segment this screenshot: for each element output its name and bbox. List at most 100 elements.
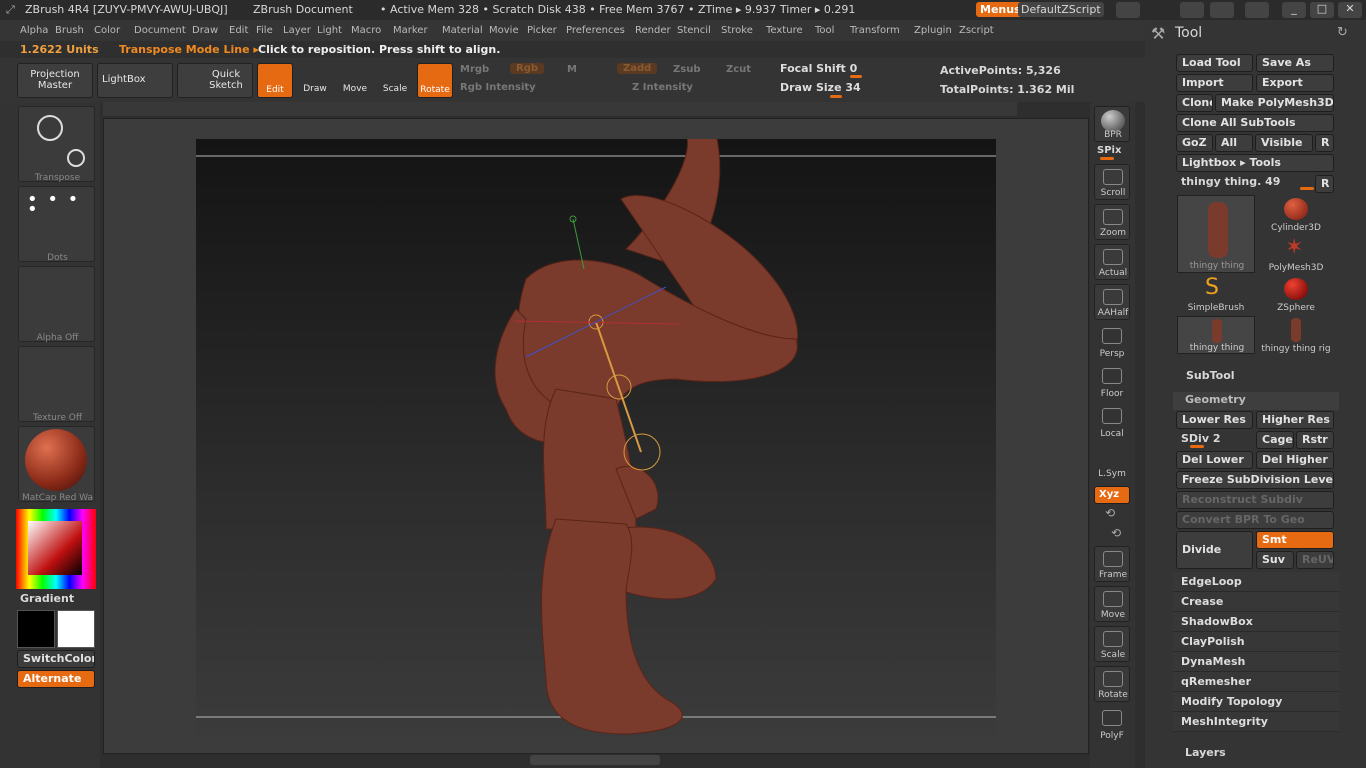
reconstruct-subdiv-button[interactable]: Reconstruct Subdiv	[1176, 491, 1334, 509]
menu-file[interactable]: File	[256, 25, 273, 36]
m-toggle[interactable]: M	[567, 64, 577, 75]
rstr-button[interactable]: Rstr	[1296, 431, 1334, 449]
menu-material[interactable]: Material	[442, 25, 483, 36]
move-view-button[interactable]: Move	[1094, 586, 1130, 622]
color-square[interactable]	[28, 521, 82, 575]
load-tool-button[interactable]: Load Tool	[1176, 54, 1253, 72]
menu-light[interactable]: Light	[317, 25, 342, 36]
menu-picker[interactable]: Picker	[527, 25, 557, 36]
tool-thumb-cylinder[interactable]: Cylinder3D	[1257, 195, 1335, 233]
tool-thumb-thingy-rig[interactable]: thingy thing rig	[1257, 316, 1335, 354]
save-as-button[interactable]: Save As	[1256, 54, 1334, 72]
rotate-button[interactable]: Rotate	[417, 63, 453, 98]
geometry-section[interactable]: Geometry	[1173, 392, 1339, 410]
current-tool-name[interactable]: thingy thing. 49	[1181, 175, 1280, 188]
secondary-color-swatch[interactable]	[57, 610, 95, 648]
menu-marker[interactable]: Marker	[393, 25, 428, 36]
tool-thumb-selected[interactable]: thingy thing	[1177, 195, 1255, 273]
menu-layer[interactable]: Layer	[283, 25, 311, 36]
draw-size-knob[interactable]	[830, 95, 842, 98]
rotate-y-icon[interactable]: ⟲	[1105, 506, 1115, 520]
frame-button[interactable]: Frame	[1094, 546, 1130, 582]
aahalf-button[interactable]: AAHalf	[1094, 284, 1130, 320]
spix-slider[interactable]: SPix	[1097, 145, 1121, 156]
focal-shift-knob[interactable]	[850, 75, 862, 78]
tool-r-button[interactable]: R	[1315, 175, 1334, 193]
menu-macro[interactable]: Macro	[351, 25, 381, 36]
persp-button[interactable]: Persp	[1094, 324, 1130, 360]
rgb-intensity-slider[interactable]: Rgb Intensity	[460, 82, 536, 93]
goz-r-button[interactable]: R	[1315, 134, 1334, 152]
zcut-toggle[interactable]: Zcut	[726, 64, 751, 75]
menu-alpha[interactable]: Alpha	[20, 25, 48, 36]
lower-res-button[interactable]: Lower Res	[1176, 411, 1253, 429]
reuv-toggle[interactable]: ReUV	[1296, 551, 1334, 569]
polyf-button[interactable]: PolyF	[1094, 706, 1130, 742]
quick-sketch-button[interactable]: Quick Sketch	[177, 63, 253, 98]
edit-button[interactable]: Edit	[257, 63, 293, 98]
rotate-z-icon[interactable]: ⟲	[1111, 526, 1121, 540]
menu-edit[interactable]: Edit	[229, 25, 248, 36]
goz-visible-button[interactable]: Visible	[1255, 134, 1313, 152]
lightbox-tools-button[interactable]: Lightbox ▸ Tools	[1176, 154, 1334, 172]
gradient-label[interactable]: Gradient	[20, 592, 74, 605]
palette-dynamesh[interactable]: DynaMesh	[1173, 652, 1339, 672]
rgb-toggle[interactable]: Rgb	[510, 63, 545, 74]
palette-qremesher[interactable]: qRemesher	[1173, 672, 1339, 692]
menu-transform[interactable]: Transform	[850, 25, 900, 36]
focal-shift-slider[interactable]: Focal Shift 0	[780, 62, 857, 75]
menu-color[interactable]: Color	[94, 25, 120, 36]
tool-thumb-thingy[interactable]: thingy thing	[1177, 316, 1255, 354]
document-canvas[interactable]	[196, 133, 996, 736]
layers-section[interactable]: Layers	[1185, 746, 1226, 759]
scroll-left-icon[interactable]	[1116, 2, 1140, 18]
transpose-slot[interactable]: Transpose	[18, 106, 95, 183]
menu-stroke[interactable]: Stroke	[721, 25, 753, 36]
spix-knob[interactable]	[1100, 157, 1114, 160]
export-button[interactable]: Export	[1256, 74, 1334, 92]
suv-toggle[interactable]: Suv	[1256, 551, 1294, 569]
draw-size-slider[interactable]: Draw Size 34	[780, 81, 861, 94]
mrgb-toggle[interactable]: Mrgb	[460, 64, 489, 75]
scale-view-button[interactable]: Scale	[1094, 626, 1130, 662]
make-polymesh-button[interactable]: Make PolyMesh3D	[1215, 94, 1334, 112]
script-button[interactable]: DefaultZScript	[1018, 2, 1104, 17]
material-slot[interactable]: MatCap Red Wa	[18, 426, 95, 503]
projection-master-button[interactable]: Projection Master	[17, 63, 93, 98]
main-color-swatch[interactable]	[17, 610, 55, 648]
floor-button[interactable]: Floor	[1094, 364, 1130, 400]
rotate-view-button[interactable]: Rotate	[1094, 666, 1130, 702]
canvas-top-scrollbar[interactable]	[103, 102, 1017, 116]
menu-movie[interactable]: Movie	[489, 25, 519, 36]
layout2-icon[interactable]	[1210, 2, 1234, 18]
palette-crease[interactable]: Crease	[1173, 592, 1339, 612]
draw-button[interactable]: Draw	[297, 63, 333, 98]
local-button[interactable]: Local	[1094, 404, 1130, 440]
freeze-subdiv-button[interactable]: Freeze SubDivision Levels	[1176, 471, 1334, 489]
menu-stencil[interactable]: Stencil	[677, 25, 711, 36]
dots-stroke-slot[interactable]: • • • • Dots	[18, 186, 95, 263]
move-button[interactable]: Move	[337, 63, 373, 98]
cage-button[interactable]: Cage	[1256, 431, 1294, 449]
del-higher-button[interactable]: Del Higher	[1256, 451, 1334, 469]
menu-zscript[interactable]: Zscript	[959, 25, 994, 36]
clone-all-subtools-button[interactable]: Clone All SubTools	[1176, 114, 1334, 132]
menu-texture[interactable]: Texture	[766, 25, 803, 36]
menu-zplugin[interactable]: Zplugin	[914, 25, 952, 36]
menu-document[interactable]: Document	[134, 25, 186, 36]
del-lower-button[interactable]: Del Lower	[1176, 451, 1253, 469]
z-intensity-slider[interactable]: Z Intensity	[632, 82, 693, 93]
zadd-toggle[interactable]: Zadd	[617, 63, 658, 74]
bottom-tray-toggle[interactable]	[530, 755, 660, 765]
tool-thumb-polymesh[interactable]: ✶ PolyMesh3D	[1257, 235, 1335, 273]
menu-tool[interactable]: Tool	[815, 25, 834, 36]
import-button[interactable]: Import	[1176, 74, 1253, 92]
actual-button[interactable]: Actual	[1094, 244, 1130, 280]
palette-edgeloop[interactable]: EdgeLoop	[1173, 572, 1339, 592]
higher-res-button[interactable]: Higher Res	[1256, 411, 1334, 429]
lightbox-button[interactable]: LightBox	[97, 63, 173, 98]
palette-shadowbox[interactable]: ShadowBox	[1173, 612, 1339, 632]
alpha-slot[interactable]: Alpha Off	[18, 266, 95, 343]
sdiv-slider[interactable]: SDiv 2	[1181, 432, 1220, 445]
divide-button[interactable]: Divide	[1176, 531, 1253, 569]
